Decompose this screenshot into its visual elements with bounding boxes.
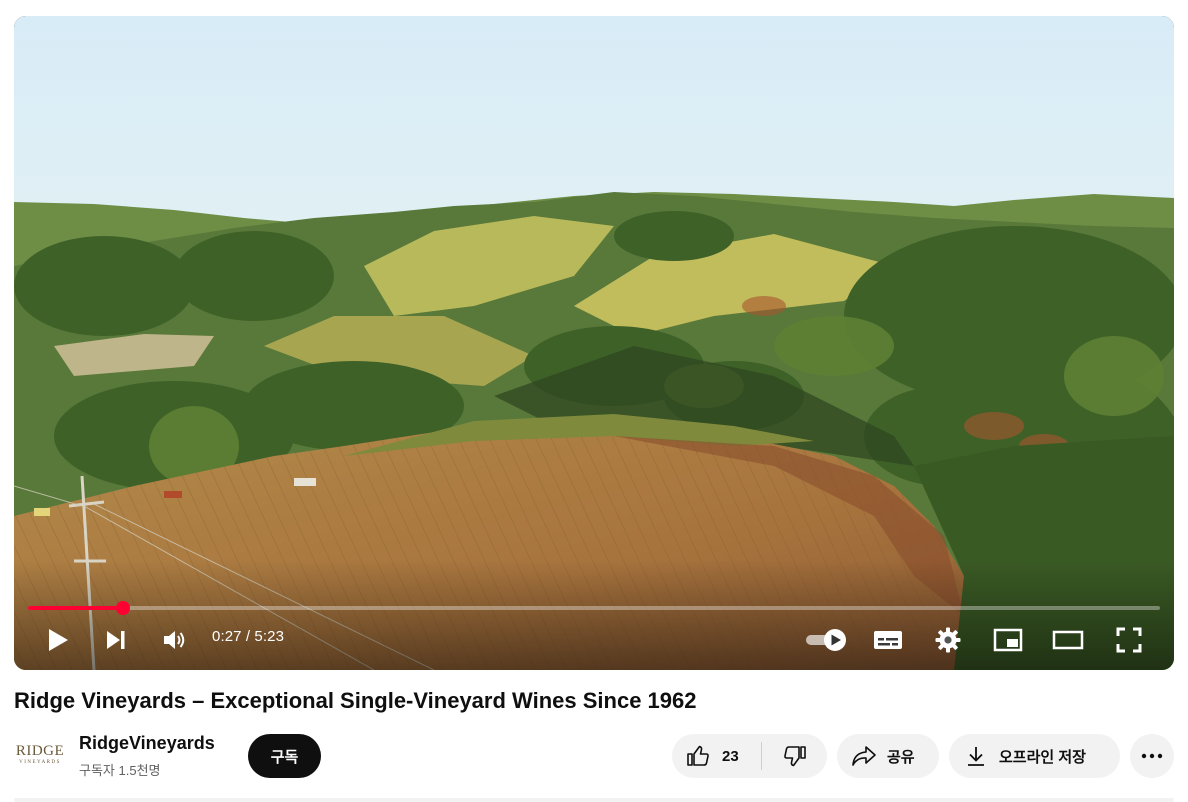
autoplay-toggle-icon — [806, 629, 846, 651]
subtitles-button[interactable] — [870, 620, 906, 660]
theater-mode-icon — [1052, 630, 1084, 650]
mute-button[interactable] — [158, 620, 192, 660]
progress-bar[interactable] — [28, 601, 1160, 615]
channel-name[interactable]: RidgeVineyards — [79, 733, 215, 754]
description-box-edge — [14, 798, 1174, 802]
volume-icon — [164, 631, 185, 649]
channel-logo-text: RIDGE — [15, 742, 65, 759]
current-time: 0:27 — [212, 628, 242, 645]
progress-played — [28, 606, 124, 610]
theater-mode-button[interactable] — [1050, 620, 1086, 660]
miniplayer-icon — [993, 628, 1023, 652]
subtitles-icon — [874, 631, 902, 649]
download-label: 오프라인 저장 — [999, 748, 1086, 766]
like-count: 23 — [722, 747, 739, 765]
next-button[interactable] — [100, 620, 132, 660]
like-button[interactable]: 23 — [672, 734, 760, 778]
play-button[interactable] — [42, 620, 74, 660]
settings-button[interactable] — [930, 620, 966, 660]
thumbs-down-icon — [783, 746, 806, 767]
more-actions-button[interactable] — [1130, 734, 1174, 778]
fullscreen-button[interactable] — [1112, 620, 1146, 660]
share-label: 공유 — [887, 748, 915, 766]
play-icon — [49, 629, 68, 651]
channel-logo-subtext: VINEYARDS — [19, 759, 61, 765]
time-separator: / — [241, 628, 255, 645]
more-horizontal-icon — [1141, 753, 1163, 759]
subscriber-count: 구독자 1.5천명 — [79, 763, 161, 778]
like-dislike-group: 23 — [672, 734, 827, 778]
gear-icon — [935, 627, 961, 653]
subscribe-button[interactable]: 구독 — [248, 734, 321, 778]
progress-scrubber[interactable] — [116, 601, 131, 615]
dislike-button[interactable] — [762, 734, 827, 778]
next-icon — [107, 631, 125, 649]
share-button[interactable]: 공유 — [837, 734, 939, 778]
video-title: Ridge Vineyards – Exceptional Single-Vin… — [14, 688, 697, 713]
share-icon — [852, 746, 876, 766]
download-button[interactable]: 오프라인 저장 — [949, 734, 1120, 778]
download-icon — [968, 747, 984, 766]
autoplay-toggle[interactable] — [802, 620, 850, 660]
fullscreen-icon — [1116, 627, 1142, 653]
channel-avatar[interactable]: RIDGE VINEYARDS — [14, 741, 66, 767]
miniplayer-button[interactable] — [990, 620, 1026, 660]
video-player[interactable]: 0:27 / 5:23 — [14, 16, 1174, 670]
thumbs-up-icon — [687, 745, 709, 766]
duration: 5:23 — [254, 628, 285, 645]
time-display: 0:27 / 5:23 — [212, 628, 284, 645]
